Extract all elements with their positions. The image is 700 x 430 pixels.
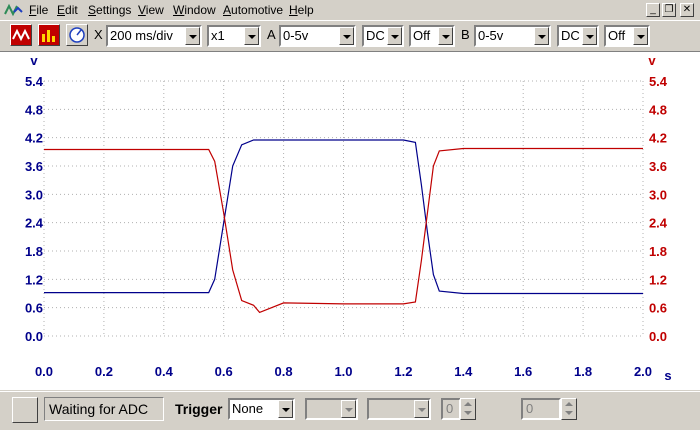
channel-b-option-value: Off (608, 28, 626, 43)
y-left-tick-label: 2.4 (25, 216, 44, 231)
x-tick-label: 0.0 (35, 364, 53, 379)
trigger-mode-value: None (232, 401, 264, 416)
y-right-tick-label: 0.6 (649, 301, 667, 316)
y-left-tick-label: 3.6 (25, 159, 43, 174)
multiplier-select[interactable]: x1 (207, 25, 261, 47)
x-tick-label: 1.6 (514, 364, 532, 379)
timebase-select[interactable]: 200 ms/div (106, 25, 202, 47)
chevron-down-icon[interactable] (582, 27, 597, 45)
menu-help[interactable]: Help (289, 3, 314, 17)
y-left-tick-label: 5.4 (25, 74, 44, 89)
y-right-tick-label: 3.0 (649, 187, 667, 202)
trigger-delay-field[interactable]: 0 (521, 398, 561, 420)
y-left-unit-label: v (30, 53, 38, 68)
scope-display[interactable]: 0.0 0.2 0.4 0.6 0.8 1.0 1.2 1.4 1.6 1.8 2.0 0.0 0.0 0… (0, 52, 700, 390)
scope-icon (12, 28, 30, 42)
spectrum-icon (42, 30, 55, 42)
close-button[interactable]: ✕ (680, 3, 694, 17)
y-left-tick-label: 4.8 (25, 102, 43, 117)
trigger-level-field[interactable]: 0 (441, 398, 461, 420)
channel-a-label: A (267, 27, 276, 42)
trigger-label: Trigger (175, 401, 223, 417)
menu-bar: File Edit Settings View Window Automotiv… (0, 0, 700, 21)
x-tick-label: 0.8 (275, 364, 293, 379)
y-left-tick-label: 1.8 (25, 244, 43, 259)
chevron-down-icon[interactable] (414, 400, 429, 418)
timebase-label: X (94, 27, 103, 42)
trigger-channel-select[interactable] (305, 398, 358, 420)
channel-a-coupling-select[interactable]: DC (362, 25, 404, 47)
chevron-down-icon[interactable] (387, 27, 402, 45)
channel-b-range-value: 0-5v (478, 28, 504, 43)
x-tick-label: 1.4 (454, 364, 473, 379)
x-tick-label: 2.0 (634, 364, 652, 379)
channel-b-range-select[interactable]: 0-5v (474, 25, 551, 47)
chevron-down-icon[interactable] (278, 400, 293, 418)
y-left-tick-label: 1.2 (25, 272, 43, 287)
chevron-down-icon[interactable] (633, 27, 648, 45)
status-indicator[interactable] (12, 397, 38, 423)
menu-file[interactable]: File (29, 3, 48, 17)
x-tick-label: 0.4 (155, 364, 174, 379)
meter-icon (69, 27, 85, 43)
y-left-tick-label: 0.0 (25, 329, 43, 344)
channel-a-option-value: Off (413, 28, 431, 43)
trigger-mode-select[interactable]: None (228, 398, 295, 420)
trigger-direction-select[interactable] (367, 398, 431, 420)
x-tick-label: 1.2 (394, 364, 412, 379)
y-right-tick-label: 4.8 (649, 102, 667, 117)
x-tick-label: 1.8 (574, 364, 592, 379)
trigger-delay-spinner[interactable] (561, 398, 577, 420)
menu-window[interactable]: Window (173, 3, 216, 17)
status-bar: Waiting for ADC Trigger None 0 0 (0, 391, 700, 430)
channel-a-coupling-value: DC (366, 28, 385, 43)
scope-chart: 0.0 0.2 0.4 0.6 0.8 1.0 1.2 1.4 1.6 1.8 2.0 0.0 0.0 0… (25, 53, 672, 383)
y-right-tick-label: 5.4 (649, 74, 668, 89)
status-text: Waiting for ADC (44, 397, 164, 421)
y-right-tick-label: 2.4 (649, 216, 668, 231)
y-left-tick-label: 3.0 (25, 187, 43, 202)
meter-button[interactable] (66, 24, 88, 46)
multiplier-value: x1 (211, 28, 225, 43)
x-tick-label: 0.2 (95, 364, 113, 379)
timebase-value: 200 ms/div (110, 28, 173, 43)
restore-button[interactable]: ❐ (662, 3, 676, 17)
chevron-down-icon[interactable] (534, 27, 549, 45)
y-right-tick-label: 0.0 (649, 329, 667, 344)
trigger-level-spinner[interactable] (460, 398, 476, 420)
y-right-tick-label: 1.2 (649, 272, 667, 287)
x-tick-label: 0.6 (215, 364, 233, 379)
channel-a-option-select[interactable]: Off (409, 25, 455, 47)
x-tick-label: 1.0 (334, 364, 352, 379)
y-right-unit-label: v (648, 53, 656, 68)
scope-button[interactable] (10, 24, 32, 46)
channel-b-label: B (461, 27, 470, 42)
channel-a-range-select[interactable]: 0-5v (279, 25, 356, 47)
chevron-down-icon[interactable] (339, 27, 354, 45)
channel-b-coupling-value: DC (561, 28, 580, 43)
chevron-down-icon[interactable] (438, 27, 453, 45)
chevron-down-icon[interactable] (185, 27, 200, 45)
spectrum-button[interactable] (38, 24, 60, 46)
channel-b-option-select[interactable]: Off (604, 25, 650, 47)
channel-a-range-value: 0-5v (283, 28, 309, 43)
y-right-tick-label: 3.6 (649, 159, 667, 174)
channel-a-trace (44, 139, 643, 295)
y-left-tick-label: 0.6 (25, 301, 43, 316)
toolbar: X 200 ms/div x1 A 0-5v DC Off B 0-5v DC … (0, 21, 700, 52)
x-axis-label: s (664, 368, 671, 383)
y-right-tick-label: 4.2 (649, 131, 667, 146)
menu-settings[interactable]: Settings (88, 3, 131, 17)
menu-edit[interactable]: Edit (57, 3, 78, 17)
menu-automotive[interactable]: Automotive (223, 3, 283, 17)
menu-view[interactable]: View (138, 3, 164, 17)
y-left-tick-label: 4.2 (25, 131, 43, 146)
channel-b-coupling-select[interactable]: DC (557, 25, 599, 47)
chevron-down-icon[interactable] (341, 400, 356, 418)
chevron-down-icon[interactable] (244, 27, 259, 45)
minimize-button[interactable]: _ (646, 3, 660, 17)
y-right-tick-label: 1.8 (649, 244, 667, 259)
app-logo-icon (4, 3, 23, 17)
